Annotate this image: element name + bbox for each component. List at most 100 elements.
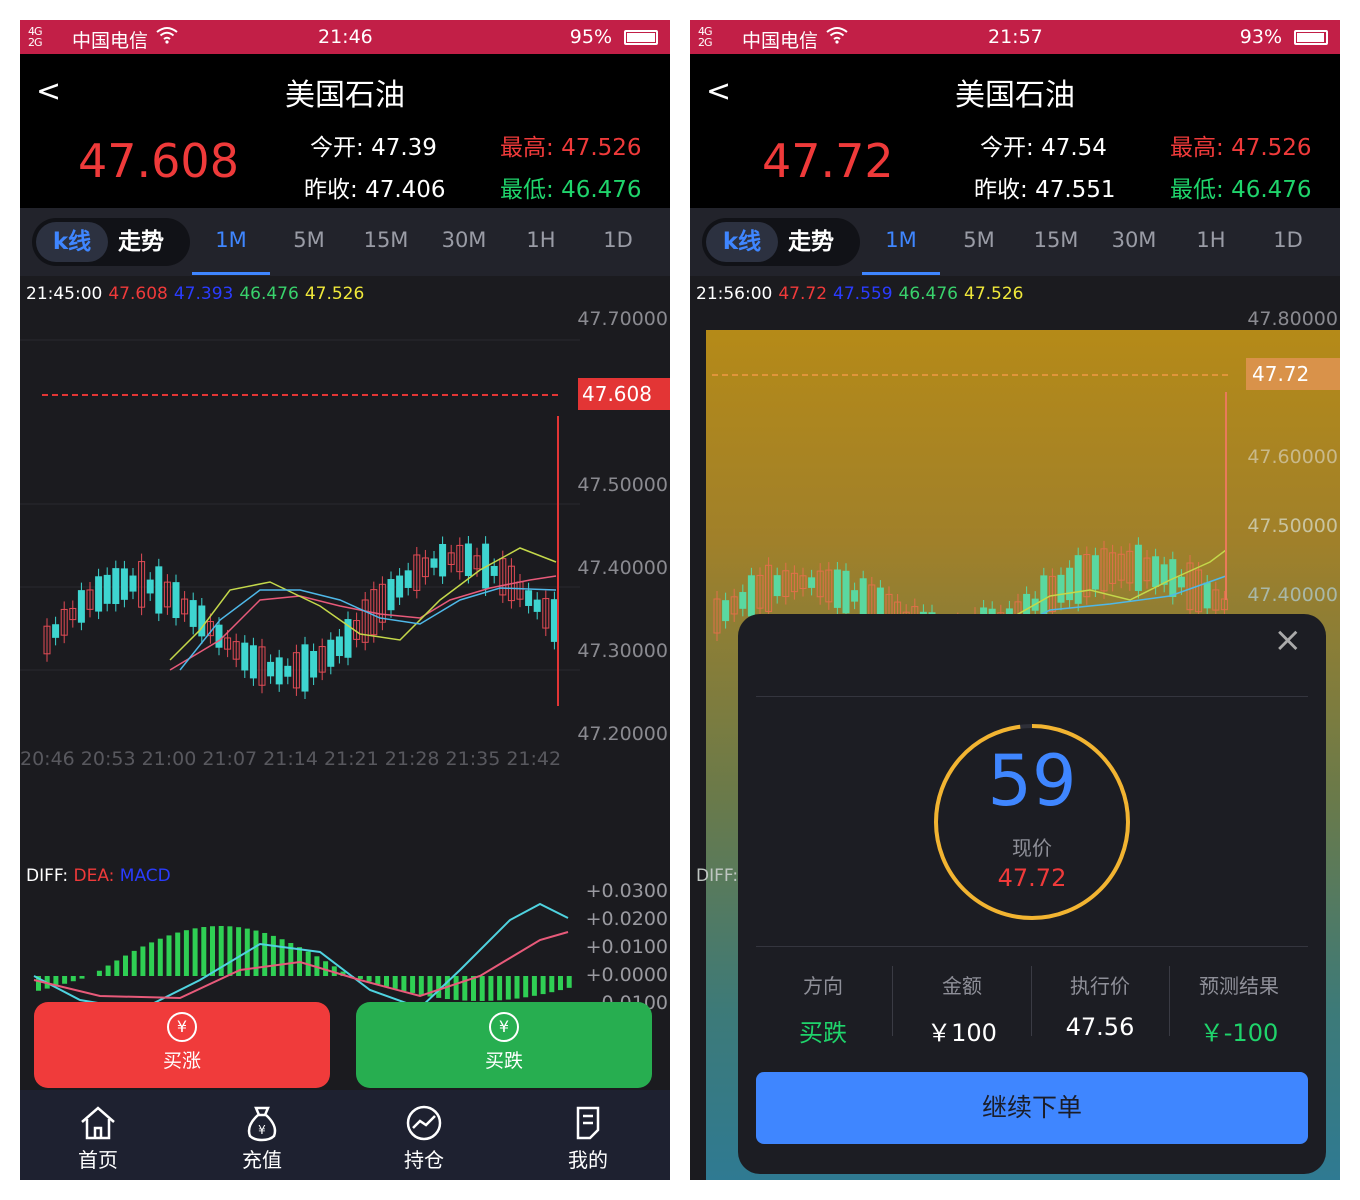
y-axis-label: 47.20000 <box>577 723 668 745</box>
bottom-nav: 首页 ¥ 充值 持仓 我的 <box>20 1090 670 1180</box>
signal-icon: 4G 2G <box>698 25 712 49</box>
buy-down-label: 买跌 <box>484 1050 523 1072</box>
y-axis-label: 47.40000 <box>577 557 668 579</box>
macd-bar <box>227 926 233 976</box>
buy-down-button[interactable]: ¥ 买跌 <box>356 1002 652 1088</box>
candle-body <box>722 600 730 622</box>
close-icon[interactable]: × <box>1274 620 1303 660</box>
battery-percent: 95% <box>569 26 612 48</box>
candle-body <box>198 605 206 637</box>
macd-bar <box>149 942 155 976</box>
candle-body <box>301 644 309 692</box>
wifi-icon <box>826 26 848 48</box>
direction-header: 方向 <box>803 974 843 998</box>
tab-15m[interactable]: 15M <box>351 228 421 252</box>
countdown-seconds: 59 <box>987 740 1077 822</box>
tab-1m[interactable]: 1M <box>866 228 936 252</box>
candle-body <box>103 574 111 604</box>
macd-bar <box>514 976 520 999</box>
tab-trend[interactable]: 走势 <box>788 222 834 262</box>
candle-body <box>267 661 275 677</box>
tab-5m[interactable]: 5M <box>274 228 344 252</box>
tab-1h[interactable]: 1H <box>506 228 576 252</box>
money-bag-icon: ¥ <box>222 1104 302 1144</box>
tab-15m[interactable]: 15M <box>1021 228 1091 252</box>
yen-down-icon: ¥ <box>489 1012 519 1042</box>
buy-up-button[interactable]: ¥ 买涨 <box>34 1002 330 1088</box>
x-axis-labels: 20:46 20:53 21:00 21:07 21:14 21:21 21:2… <box>20 748 562 770</box>
yen-up-icon: ¥ <box>167 1012 197 1042</box>
candle-body <box>275 657 283 685</box>
y-axis-label: 47.40000 <box>1247 584 1338 606</box>
tab-30m[interactable]: 30M <box>1099 228 1169 252</box>
battery-percent: 93% <box>1239 26 1282 48</box>
low-value: 46.476 <box>1231 177 1312 203</box>
high-price: 最高: 47.526 <box>500 128 642 162</box>
macd-bar <box>549 976 555 993</box>
macd-bar <box>140 946 146 976</box>
page-title: 美国石油 <box>955 78 1075 113</box>
macd-bar <box>366 976 372 982</box>
candle-body <box>310 650 318 678</box>
y-axis-label: 47.50000 <box>1247 515 1338 537</box>
nav-positions-label: 持仓 <box>404 1148 444 1172</box>
candle-body <box>1091 555 1099 590</box>
amount-header: 金额 <box>942 974 982 998</box>
candlestick-chart[interactable] <box>20 300 580 740</box>
tab-1h[interactable]: 1H <box>1176 228 1246 252</box>
strike-price-header: 执行价 <box>1070 974 1130 998</box>
candle-body <box>120 568 128 600</box>
active-tab-indicator <box>192 272 270 275</box>
prev-close-label: 昨收: <box>974 177 1028 203</box>
candle-body <box>189 600 197 627</box>
status-time: 21:57 <box>988 26 1043 48</box>
macd-bar <box>505 976 511 1000</box>
current-price: 47.72 <box>762 134 894 188</box>
strike-price-value: 47.56 <box>1065 1013 1135 1041</box>
tab-kline[interactable]: k线 <box>36 222 108 262</box>
current-price-tag: 47.608 <box>578 378 670 410</box>
tab-1d[interactable]: 1D <box>1253 228 1323 252</box>
tab-kline[interactable]: k线 <box>706 222 778 262</box>
continue-order-button[interactable]: 继续下单 <box>756 1072 1308 1144</box>
amount-column: 金额 ￥100 <box>893 970 1031 1048</box>
macd-bar <box>558 976 563 991</box>
macd-bar <box>401 976 407 992</box>
candle-body <box>215 624 223 648</box>
tab-1d[interactable]: 1D <box>583 228 653 252</box>
tab-trend[interactable]: 走势 <box>118 222 164 262</box>
carrier-name: 中国电信 <box>72 30 149 52</box>
phone-screen-right: 4G 2G 中国电信 21:57 93% < 美国石油 47.72 今开: 47… <box>690 20 1340 1180</box>
macd-axis-label: +0.0100 <box>585 936 668 958</box>
candle-body <box>1152 556 1160 588</box>
nav-recharge-label: 充值 <box>242 1148 282 1172</box>
nav-positions[interactable]: 持仓 <box>384 1104 464 1173</box>
candle-body <box>249 645 257 679</box>
battery-icon <box>624 30 658 45</box>
macd-bar <box>166 935 172 976</box>
candle-body <box>155 566 163 614</box>
low-price: 最低: 46.476 <box>500 170 642 204</box>
tab-30m[interactable]: 30M <box>429 228 499 252</box>
divider <box>756 946 1308 947</box>
low-label: 最低: <box>500 177 554 203</box>
nav-mine[interactable]: 我的 <box>548 1104 628 1173</box>
candle-body <box>396 575 404 598</box>
candle-body <box>1066 567 1074 601</box>
tab-5m[interactable]: 5M <box>944 228 1014 252</box>
candle-body <box>773 575 781 597</box>
svg-text:¥: ¥ <box>258 1123 266 1137</box>
nav-recharge[interactable]: ¥ 充值 <box>222 1104 302 1173</box>
predicted-result-value: ￥-100 <box>1199 1019 1279 1047</box>
candle-body <box>335 636 343 657</box>
nav-home[interactable]: 首页 <box>58 1104 138 1173</box>
document-icon <box>548 1104 628 1144</box>
macd-bar <box>279 939 285 976</box>
macd-axis-label: +0.0200 <box>585 908 668 930</box>
open-label: 今开: <box>310 135 364 161</box>
candle-body <box>525 590 533 606</box>
low-label: 最低: <box>1170 177 1224 203</box>
countdown-timer: 59 现价 47.72 <box>932 722 1132 922</box>
tab-1m[interactable]: 1M <box>196 228 266 252</box>
active-tab-indicator <box>862 272 940 275</box>
